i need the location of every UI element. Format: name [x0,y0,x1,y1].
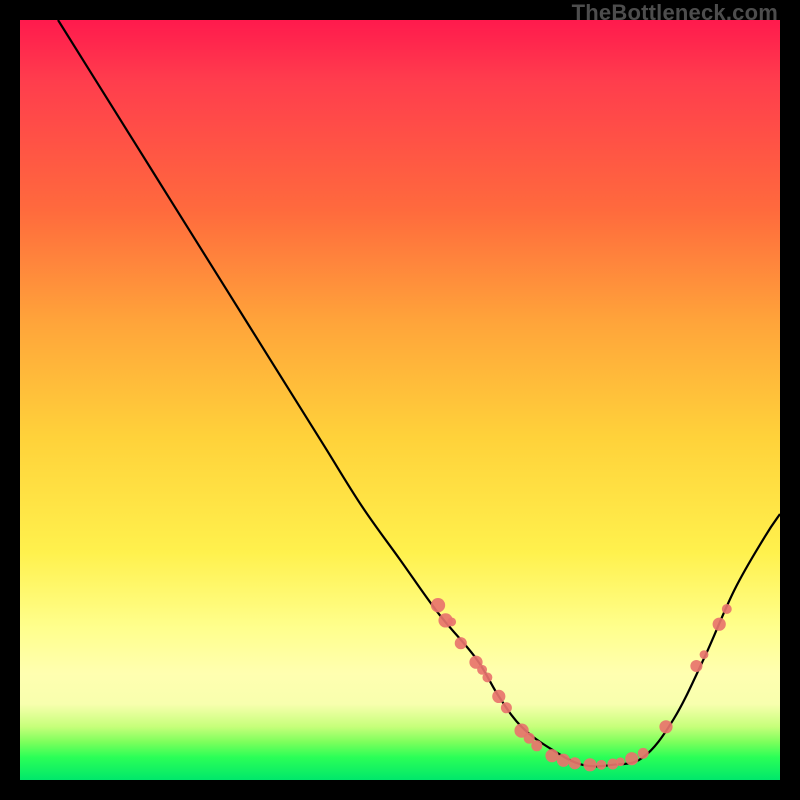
curve-marker [482,672,492,682]
curve-marker [455,637,467,649]
curve-layer [20,20,780,780]
curve-marker [638,748,649,759]
curve-marker [531,740,542,751]
curve-marker [569,757,581,769]
curve-marker [690,660,702,672]
curve-marker [557,754,570,767]
watermark-text: TheBottleneck.com [572,0,778,26]
curve-marker [596,760,606,770]
curve-marker [545,749,558,762]
curve-marker [501,702,512,713]
curve-marker [659,720,672,733]
curve-marker [625,752,638,765]
bottleneck-curve [58,20,780,766]
curve-marker [616,757,625,766]
curve-marker [713,618,726,631]
curve-markers [431,598,732,771]
curve-marker [722,604,732,614]
chart-frame [20,20,780,780]
curve-marker [492,690,505,703]
curve-marker [700,650,709,659]
curve-marker [431,598,445,612]
curve-marker [583,758,596,771]
curve-marker [447,618,456,627]
